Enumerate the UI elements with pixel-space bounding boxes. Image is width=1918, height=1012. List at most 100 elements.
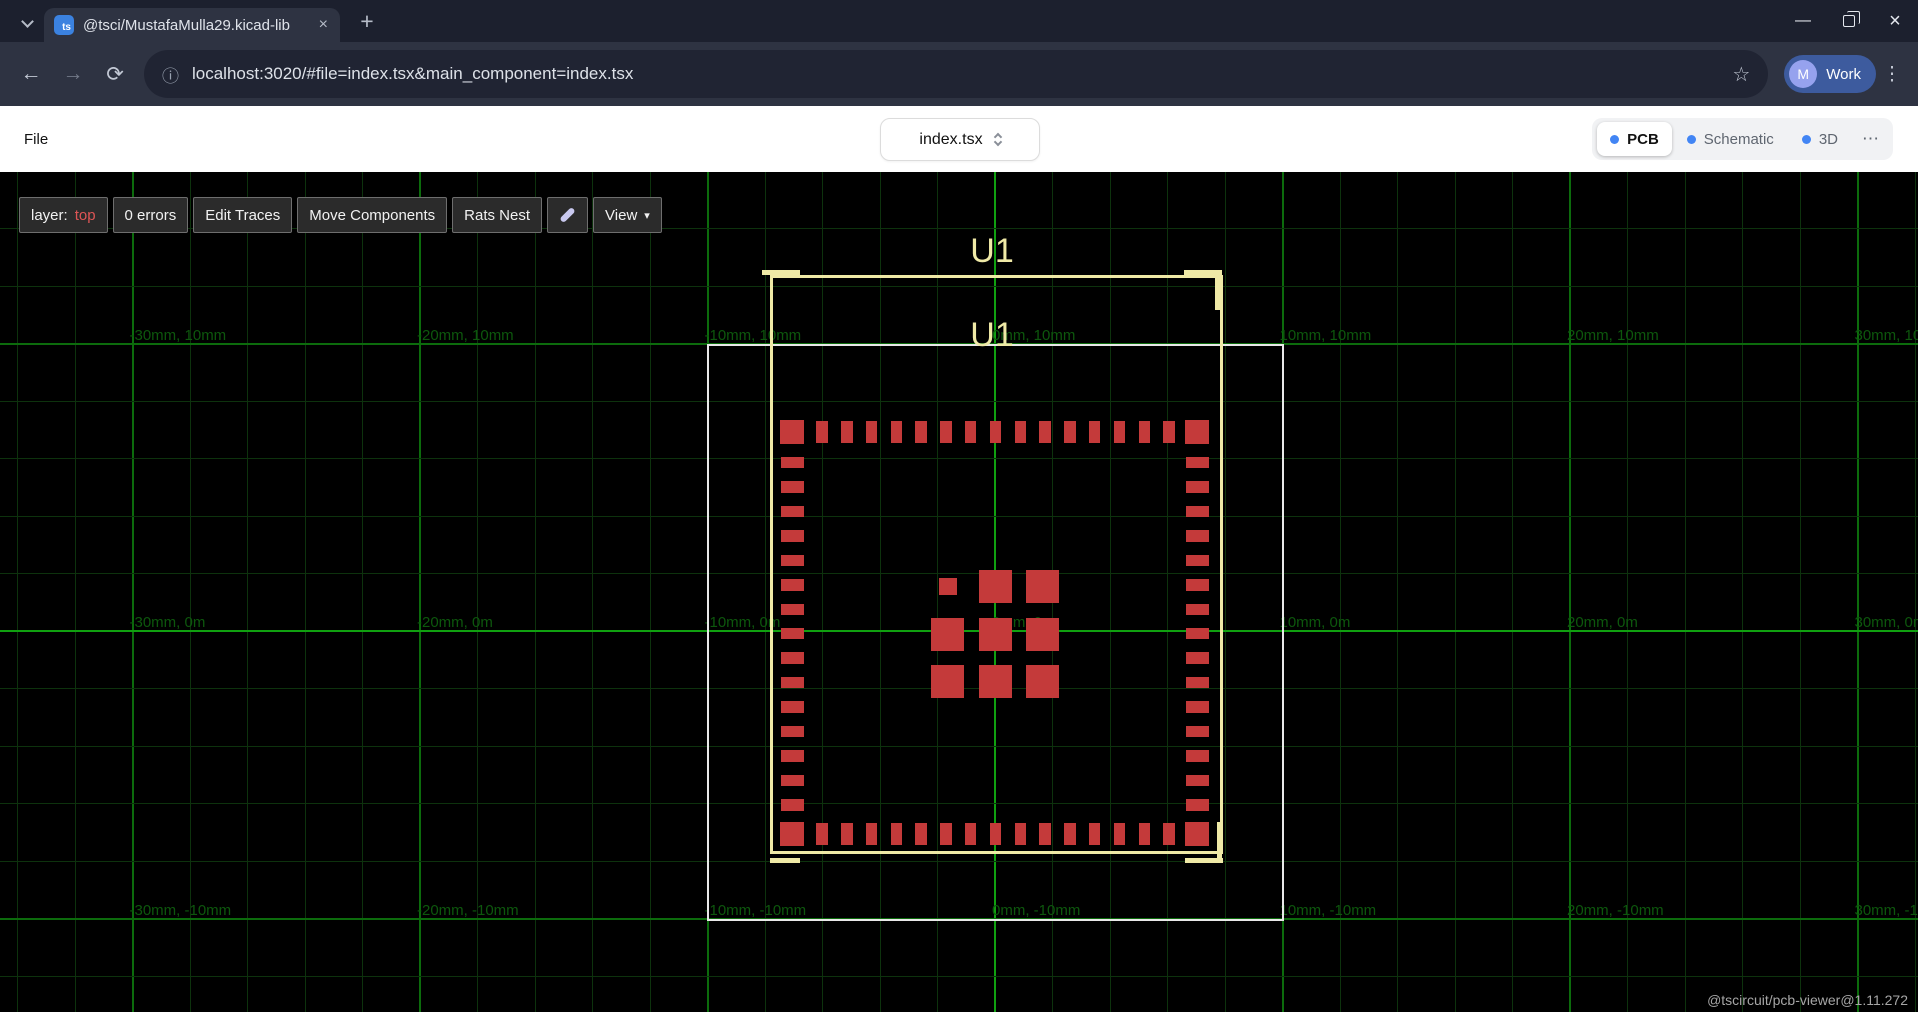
pcb-pad[interactable] [1026,618,1059,651]
pcb-pad[interactable] [781,652,804,664]
pcb-pad[interactable] [1186,555,1209,567]
pcb-pad[interactable] [781,530,804,542]
pcb-pad[interactable] [781,701,804,713]
back-button[interactable]: ← [10,53,52,95]
pcb-pad[interactable] [1026,570,1059,603]
pcb-pad[interactable] [979,570,1012,603]
pcb-pad[interactable] [965,823,977,845]
pcb-pad[interactable] [891,421,903,443]
pcb-pad[interactable] [990,823,1002,845]
pcb-pad[interactable] [1026,665,1059,698]
pcb-pad[interactable] [781,799,804,811]
tab-schematic[interactable]: Schematic [1674,122,1787,156]
pcb-pad[interactable] [1186,530,1209,542]
bookmark-star-icon[interactable]: ☆ [1732,62,1750,87]
layer-button[interactable]: layer: top [19,197,108,233]
pcb-pad[interactable] [1064,421,1076,443]
pcb-pad[interactable] [781,628,804,640]
pcb-pad[interactable] [1114,421,1126,443]
pcb-pad[interactable] [1186,726,1209,738]
pcb-pad[interactable] [781,579,804,591]
edit-traces-button[interactable]: Edit Traces [193,197,292,233]
tab-3d[interactable]: 3D [1789,122,1851,156]
profile-chip[interactable]: M Work [1784,55,1876,93]
browser-menu-button[interactable]: ⋮ [1876,63,1908,86]
pcb-pad[interactable] [979,618,1012,651]
pcb-pad[interactable] [891,823,903,845]
tab-close-icon[interactable]: × [317,16,330,34]
pcb-canvas[interactable]: layer: top 0 errors Edit Traces Move Com… [0,172,1918,1012]
pcb-pad[interactable] [1186,799,1209,811]
pcb-pad[interactable] [866,421,878,443]
pcb-pad[interactable] [1186,481,1209,493]
pcb-pad[interactable] [1015,421,1027,443]
pcb-pad[interactable] [781,726,804,738]
pcb-pad[interactable] [781,604,804,616]
pcb-pad[interactable] [939,578,957,596]
pcb-pad[interactable] [915,421,927,443]
pcb-pad[interactable] [816,421,828,443]
url-text[interactable]: localhost:3020/#file=index.tsx&main_comp… [192,64,1719,84]
pcb-pad[interactable] [781,457,804,469]
pcb-pad[interactable] [781,750,804,762]
pcb-pad[interactable] [1139,823,1151,845]
pcb-pad[interactable] [931,665,964,698]
pcb-pad[interactable] [780,822,804,846]
minimize-button[interactable]: — [1780,0,1826,42]
pcb-pad[interactable] [940,421,952,443]
pcb-pad[interactable] [1089,421,1101,443]
pcb-pad[interactable] [841,823,853,845]
pcb-pad[interactable] [1139,421,1151,443]
pcb-pad[interactable] [940,823,952,845]
pcb-pad[interactable] [781,481,804,493]
edit-tool-button[interactable] [547,197,588,233]
pcb-pad[interactable] [931,618,964,651]
pcb-pad[interactable] [781,555,804,567]
pcb-pad[interactable] [781,677,804,689]
reload-button[interactable]: ⟳ [94,53,136,95]
close-button[interactable]: × [1872,0,1918,42]
file-menu[interactable]: File [24,131,48,148]
rats-nest-button[interactable]: Rats Nest [452,197,542,233]
pcb-pad[interactable] [1163,421,1175,443]
pcb-pad[interactable] [841,421,853,443]
pcb-pad[interactable] [1114,823,1126,845]
pcb-pad[interactable] [1185,420,1209,444]
pcb-pad[interactable] [915,823,927,845]
pcb-pad[interactable] [1186,604,1209,616]
new-tab-button[interactable]: + [352,6,382,36]
pcb-pad[interactable] [1015,823,1027,845]
pcb-pad[interactable] [1039,421,1051,443]
pcb-pad[interactable] [965,421,977,443]
pcb-pad[interactable] [1186,750,1209,762]
pcb-pad[interactable] [1039,823,1051,845]
pcb-pad[interactable] [1064,823,1076,845]
pcb-pad[interactable] [780,420,804,444]
pcb-pad[interactable] [979,665,1012,698]
pcb-pad[interactable] [1186,701,1209,713]
pcb-pad[interactable] [1186,652,1209,664]
errors-button[interactable]: 0 errors [113,197,189,233]
restore-button[interactable] [1826,0,1872,42]
browser-tab[interactable]: ts @tsci/MustafaMulla29.kicad-lib × [44,8,340,42]
pcb-pad[interactable] [1186,628,1209,640]
pcb-pad[interactable] [1185,822,1209,846]
forward-button[interactable]: → [52,53,94,95]
pcb-pad[interactable] [781,506,804,518]
pcb-pad[interactable] [866,823,878,845]
view-menu-button[interactable]: View ▾ [593,197,662,233]
file-selector[interactable]: index.tsx [880,118,1040,161]
address-bar[interactable]: ⓘ localhost:3020/#file=index.tsx&main_co… [144,50,1768,98]
pcb-pad[interactable] [1089,823,1101,845]
pcb-pad[interactable] [1186,579,1209,591]
move-components-button[interactable]: Move Components [297,197,447,233]
pcb-pad[interactable] [1186,775,1209,787]
pcb-pad[interactable] [816,823,828,845]
pcb-pad[interactable] [781,775,804,787]
pcb-pad[interactable] [1163,823,1175,845]
more-views-button[interactable]: ⋯ [1853,129,1888,149]
pcb-pad[interactable] [1186,677,1209,689]
tab-pcb[interactable]: PCB [1597,122,1672,156]
pcb-pad[interactable] [1186,457,1209,469]
pcb-pad[interactable] [1186,506,1209,518]
